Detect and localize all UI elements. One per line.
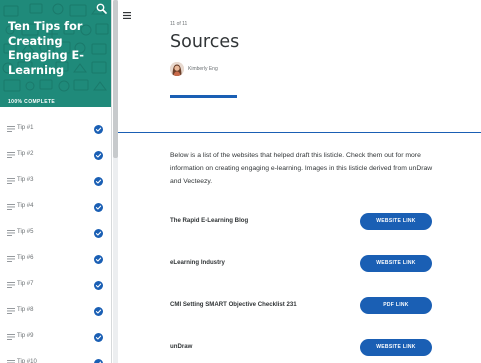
title-underline (170, 95, 237, 98)
progress-fill (0, 107, 111, 110)
website-link-button[interactable]: WEBSITE LINK (360, 339, 432, 356)
check-circle-icon (94, 359, 103, 363)
resource-name: The Rapid E-Learning Blog (170, 217, 249, 224)
lines-icon (7, 178, 15, 184)
lines-icon (7, 204, 15, 210)
check-circle-icon (94, 125, 103, 134)
resource-name: unDraw (170, 343, 193, 350)
search-icon (96, 3, 107, 14)
lesson-label: Tip #7 (17, 281, 34, 287)
lesson-label: Tip #3 (17, 177, 34, 183)
lines-icon (7, 256, 15, 262)
check-circle-icon (94, 177, 103, 186)
sidebar-header: Ten Tips for Creating Engaging E-Learnin… (0, 0, 111, 110)
lesson-label: Tip #2 (17, 151, 34, 157)
progress-bar (0, 107, 111, 110)
lines-icon (7, 152, 15, 158)
intro-paragraph: Below is a list of the websites that hel… (170, 152, 433, 185)
check-circle-icon (94, 281, 103, 290)
check-circle-icon (94, 333, 103, 342)
check-circle-icon (94, 255, 103, 264)
resource-row: unDraw WEBSITE LINK (170, 339, 432, 357)
lesson-list: Tip #1 Tip #2 Tip #3 Tip #4 Tip #5 Tip #6 Tip … (0, 117, 111, 363)
lesson-counter: 11 of 11 (170, 21, 188, 27)
search-button[interactable] (95, 2, 108, 15)
lesson-label: Tip #9 (17, 333, 34, 339)
resource-row: CMI Setting SMART Objective Checklist 23… (170, 297, 432, 315)
lines-icon (7, 126, 15, 132)
website-link-button[interactable]: WEBSITE LINK (360, 255, 432, 272)
lesson-label: Tip #10 (17, 359, 37, 363)
pdf-link-button[interactable]: PDF LINK (360, 297, 432, 314)
check-circle-icon (94, 229, 103, 238)
check-circle-icon (94, 307, 103, 316)
check-circle-icon (94, 203, 103, 212)
resource-name: eLearning Industry (170, 259, 225, 266)
sidebar-lesson-item[interactable]: Tip #1 (0, 117, 111, 143)
sidebar-lesson-item[interactable]: Tip #9 (0, 325, 111, 351)
author-name: Kimberly Eng (188, 66, 218, 72)
resource-row: The Rapid E-Learning Blog WEBSITE LINK (170, 213, 432, 231)
lesson-title: Sources (170, 32, 240, 52)
lines-icon (7, 334, 15, 340)
sidebar-lesson-item[interactable]: Tip #5 (0, 221, 111, 247)
sidebar-lesson-item[interactable]: Tip #2 (0, 143, 111, 169)
avatar-image (170, 62, 184, 76)
lesson-label: Tip #8 (17, 307, 34, 313)
hamburger-icon (123, 12, 131, 19)
sidebar-lesson-item[interactable]: Tip #3 (0, 169, 111, 195)
sidebar-scrollbar-thumb[interactable] (113, 0, 118, 158)
author-avatar (170, 62, 184, 76)
lines-icon (7, 230, 15, 236)
website-link-button[interactable]: WEBSITE LINK (360, 213, 432, 230)
sidebar-lesson-item[interactable]: Tip #10 (0, 351, 111, 363)
lesson-label: Tip #4 (17, 203, 34, 209)
lines-icon (7, 308, 15, 314)
header-divider (118, 132, 481, 133)
lesson-label: Tip #5 (17, 229, 34, 235)
sidebar-lesson-item[interactable]: Tip #7 (0, 273, 111, 299)
sidebar-lesson-item[interactable]: Tip #8 (0, 299, 111, 325)
course-sidebar: Ten Tips for Creating Engaging E-Learnin… (0, 0, 112, 363)
resource-row: eLearning Industry WEBSITE LINK (170, 255, 432, 273)
lesson-label: Tip #1 (17, 125, 34, 131)
menu-button[interactable] (123, 6, 131, 19)
progress-label: 100% COMPLETE (8, 99, 56, 105)
check-circle-icon (94, 151, 103, 160)
sidebar-lesson-item[interactable]: Tip #4 (0, 195, 111, 221)
lines-icon (7, 282, 15, 288)
resource-name: CMI Setting SMART Objective Checklist 23… (170, 301, 297, 308)
course-title: Ten Tips for Creating Engaging E-Learnin… (8, 20, 84, 77)
lesson-label: Tip #6 (17, 255, 34, 261)
sidebar-lesson-item[interactable]: Tip #6 (0, 247, 111, 273)
